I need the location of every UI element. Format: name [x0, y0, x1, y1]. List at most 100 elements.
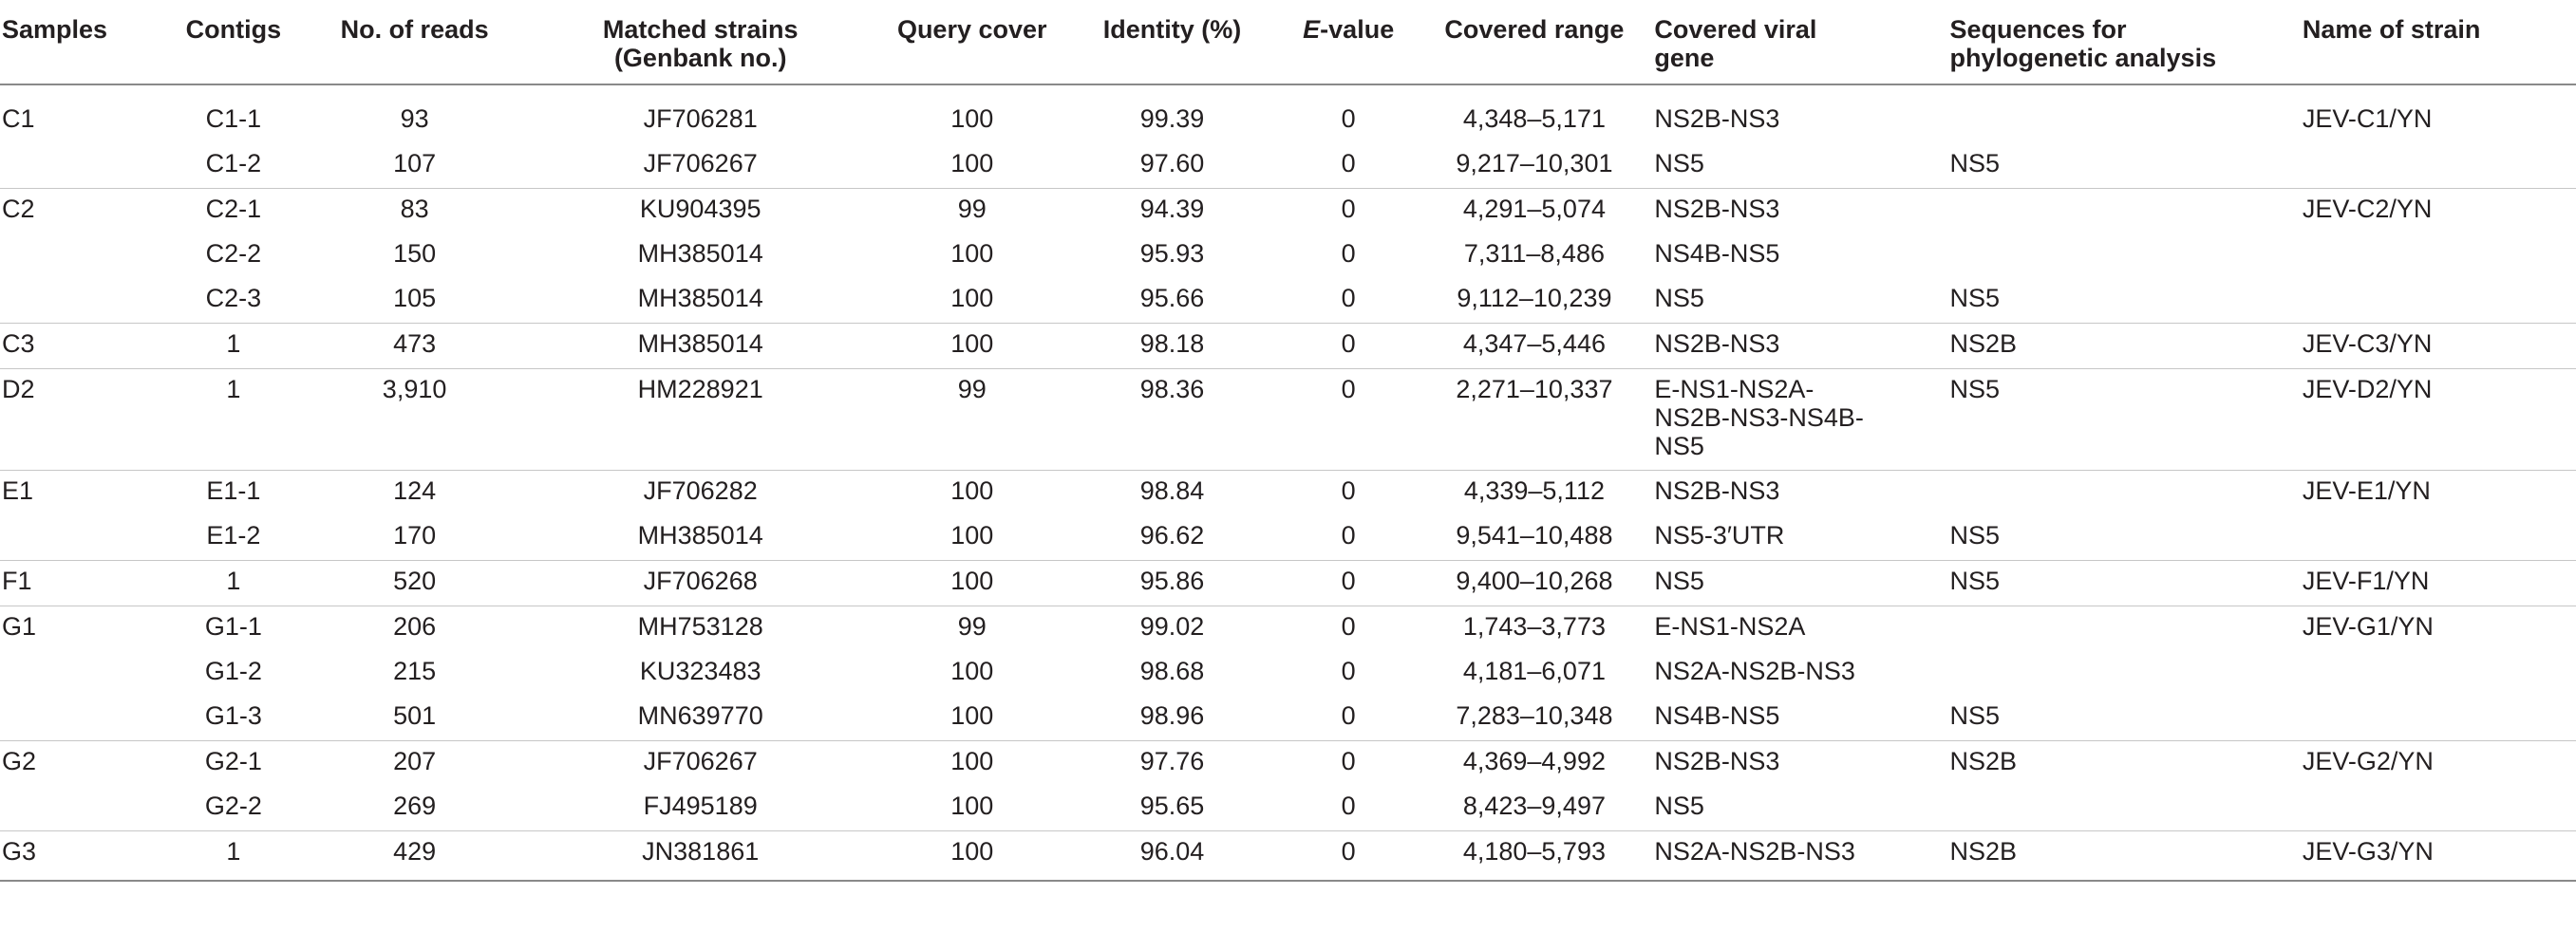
cell-reads: 107 — [393, 149, 437, 177]
cell-evalue: 0 — [1276, 323, 1420, 369]
cell-sample — [0, 696, 162, 741]
cell-identity: 95.65 — [1139, 792, 1205, 820]
cell-strain: JEV-G1/YN — [2296, 606, 2576, 651]
cell-evalue: 0 — [1341, 521, 1356, 550]
table-row: E1-2 170 MH385014 100 96.62 0 9,541–10,4… — [0, 515, 2576, 561]
cell-range: 4,347–5,446 — [1420, 323, 1649, 369]
cell-gene-line: E-NS1-NS2A- — [1654, 375, 1814, 403]
cell-sample: G3 — [0, 830, 162, 882]
table-row: C1 C1-1 93 JF706281 100 99.39 0 4,348–5,… — [0, 84, 2576, 143]
table-body: C1 C1-1 93 JF706281 100 99.39 0 4,348–5,… — [0, 84, 2576, 882]
cell-contig: G2-1 — [161, 740, 306, 786]
cell-range: 7,311–8,486 — [1463, 239, 1605, 268]
cell-seq: NS5 — [1949, 521, 2001, 550]
cell-identity: 97.76 — [1067, 740, 1277, 786]
cell-matched: HM228921 — [524, 368, 877, 471]
cell-reads: 150 — [393, 239, 437, 268]
cell-query: 100 — [950, 657, 994, 685]
table-row: E1 E1-1 124 JF706282 100 98.84 0 4,339–5… — [0, 470, 2576, 515]
cell-query: 99 — [876, 188, 1068, 233]
cell-strain — [2297, 786, 2576, 831]
cell-contig: G2-2 — [204, 792, 262, 820]
cell-sample: D2 — [0, 368, 162, 471]
cell-strain: JEV-C1/YN — [2296, 84, 2576, 143]
cell-gene: NS5 — [1648, 560, 1945, 606]
header-samples: Samples — [2, 15, 108, 44]
header-identity: Identity (%) — [1102, 15, 1242, 44]
cell-query: 100 — [950, 149, 994, 177]
cell-matched: MH385014 — [637, 284, 763, 312]
cell-sample — [0, 651, 162, 696]
cell-seq: NS2B — [1944, 830, 2297, 882]
header-covered-gene: Covered viral gene — [1648, 0, 1944, 84]
cell-gene-line: NS2B-NS3-NS4B- — [1654, 403, 1864, 432]
results-table-container: Samples Contigs No. of reads Matched str… — [0, 0, 2576, 932]
cell-matched: FJ495189 — [643, 792, 758, 820]
cell-strain: JEV-C2/YN — [2296, 188, 2576, 233]
cell-reads: 215 — [393, 657, 437, 685]
header-evalue-italic: E — [1303, 15, 1321, 44]
cell-seq: NS2B — [1944, 740, 2297, 786]
header-matched-line1: Matched strains — [602, 15, 799, 44]
cell-identity: 97.60 — [1139, 149, 1205, 177]
cell-matched: JN381861 — [524, 830, 877, 882]
cell-identity: 99.02 — [1067, 606, 1277, 651]
cell-evalue: 0 — [1341, 657, 1356, 685]
header-query-cover: Query cover — [896, 15, 1047, 44]
cell-gene: NS2B-NS3 — [1648, 740, 1945, 786]
cell-query: 99 — [876, 368, 1068, 471]
cell-evalue: 0 — [1276, 830, 1420, 882]
cell-identity: 99.39 — [1067, 84, 1277, 143]
cell-range: 8,423–9,497 — [1462, 792, 1606, 820]
cell-reads: 269 — [393, 792, 437, 820]
cell-sample: C1 — [0, 84, 162, 143]
cell-range: 9,112–10,239 — [1457, 284, 1612, 312]
cell-gene: NS5 — [1654, 149, 1704, 177]
table-row: G2-2 269 FJ495189 100 95.65 0 8,423–9,49… — [0, 786, 2576, 831]
cell-contig: E1-2 — [206, 521, 261, 550]
cell-query: 100 — [950, 701, 994, 730]
cell-gene: NS2A-NS2B-NS3 — [1654, 657, 1855, 685]
cell-evalue: 0 — [1276, 470, 1420, 515]
table-row: C1-2 107 JF706267 100 97.60 0 9,217–10,3… — [0, 143, 2576, 189]
cell-gene: NS5-3′UTR — [1654, 521, 1785, 550]
cell-sample: G1 — [0, 606, 162, 651]
table-row: D2 1 3,910 HM228921 99 98.36 0 2,271–10,… — [0, 368, 2576, 471]
cell-identity: 95.66 — [1139, 284, 1205, 312]
cell-identity: 94.39 — [1067, 188, 1277, 233]
cell-matched: MN639770 — [637, 701, 763, 730]
cell-strain: JEV-D2/YN — [2296, 368, 2576, 471]
cell-range: 4,291–5,074 — [1420, 188, 1649, 233]
cell-strain: JEV-E1/YN — [2296, 470, 2576, 515]
cell-identity: 96.04 — [1067, 830, 1277, 882]
cell-evalue: 0 — [1341, 792, 1356, 820]
cell-contig: 1 — [161, 560, 306, 606]
header-evalue: E-value — [1277, 0, 1420, 84]
cell-matched: MH385014 — [524, 323, 877, 369]
cell-contig: G1-1 — [161, 606, 306, 651]
cell-query: 100 — [950, 284, 994, 312]
cell-evalue: 0 — [1276, 740, 1420, 786]
cell-gene: NS2B-NS3 — [1648, 188, 1945, 233]
cell-strain — [2297, 651, 2576, 696]
cell-reads: 501 — [393, 701, 437, 730]
table-row: G1-3 501 MN639770 100 98.96 0 7,283–10,3… — [0, 696, 2576, 741]
cell-contig: C1-2 — [205, 149, 262, 177]
cell-query: 100 — [876, 830, 1068, 882]
cell-strain: JEV-F1/YN — [2296, 560, 2576, 606]
cell-matched: JF706281 — [524, 84, 877, 143]
cell-matched: JF706282 — [524, 470, 877, 515]
cell-reads: 105 — [393, 284, 437, 312]
cell-matched: KU904395 — [524, 188, 877, 233]
cell-matched: MH753128 — [524, 606, 877, 651]
table-row: G1 G1-1 206 MH753128 99 99.02 0 1,743–3,… — [0, 606, 2576, 651]
cell-seq — [1944, 606, 2297, 651]
cell-range: 4,180–5,793 — [1420, 830, 1649, 882]
cell-range: 1,743–3,773 — [1420, 606, 1649, 651]
header-gene-line1: Covered viral — [1654, 15, 1817, 44]
cell-query: 100 — [876, 560, 1068, 606]
cell-evalue: 0 — [1341, 701, 1356, 730]
cell-reads: 206 — [305, 606, 525, 651]
cell-evalue: 0 — [1341, 149, 1356, 177]
cell-range: 4,181–6,071 — [1462, 657, 1606, 685]
